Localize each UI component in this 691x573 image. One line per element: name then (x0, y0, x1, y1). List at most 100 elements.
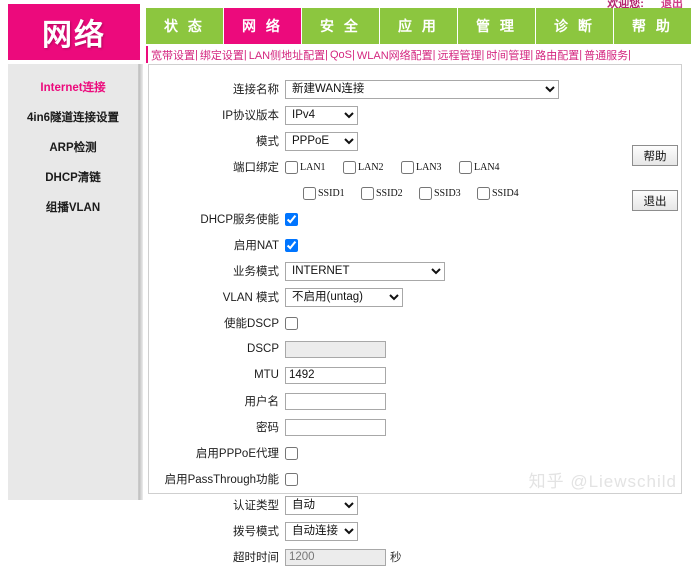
row-enable-nat: 启用NAT (149, 235, 619, 255)
subnav-wlan-config[interactable]: WLAN网络配置 (357, 47, 433, 63)
checkbox-lan3-label: LAN3 (416, 161, 442, 173)
subnav-sep: | (481, 48, 485, 61)
subnav-sep: | (243, 48, 247, 61)
service-mode-select[interactable]: INTERNET (285, 261, 445, 281)
main-navigation: 状 态 网 络 安 全 应 用 管 理 诊 断 帮 助 (146, 8, 691, 44)
password-input[interactable] (285, 418, 386, 436)
label-service-mode: 业务模式 (233, 266, 279, 278)
tab-application[interactable]: 应 用 (380, 8, 458, 44)
row-mode: 模式 PPPoE (149, 131, 619, 151)
row-password: 密码 (149, 417, 619, 437)
checkbox-enable-passthrough[interactable] (285, 472, 298, 486)
subnav-general-service[interactable]: 普通服务 (584, 47, 628, 63)
checkbox-ssid3-input[interactable] (419, 186, 432, 200)
watermark: 知乎 @Liewschild (528, 472, 677, 491)
sidebar: Internet连接 4in6隧道连接设置 ARP检测 DHCP清链 组播VLA… (8, 64, 143, 500)
auth-type-select[interactable]: 自动 (285, 495, 358, 515)
row-enable-pppoe-proxy: 启用PPPoE代理 (149, 443, 619, 463)
connection-name-select[interactable]: 新建WAN连接 (285, 79, 559, 99)
row-dscp: DSCP (149, 339, 619, 359)
checkbox-lan2[interactable]: LAN2 (343, 160, 401, 174)
label-password: 密码 (256, 422, 279, 434)
content-panel: 连接名称 新建WAN连接 IP协议版本 IPv4 模式 PPPoE 端口绑定 L… (148, 64, 682, 566)
sidebar-item-4in6-tunnel[interactable]: 4in6隧道连接设置 (8, 102, 138, 132)
timeout-unit: 秒 (390, 552, 402, 564)
tab-diagnostics[interactable]: 诊 断 (536, 8, 614, 44)
mtu-input[interactable] (285, 366, 386, 384)
timeout-input[interactable] (285, 548, 386, 566)
checkbox-lan2-label: LAN2 (358, 161, 384, 173)
checkbox-ssid4-input[interactable] (477, 186, 490, 200)
label-username: 用户名 (244, 396, 280, 408)
label-dhcp-service: DHCP服务使能 (200, 214, 279, 226)
checkbox-enable-dscp[interactable] (285, 316, 298, 330)
checkbox-lan4[interactable]: LAN4 (459, 160, 517, 174)
checkbox-ssid1[interactable]: SSID1 (303, 186, 361, 200)
checkbox-enable-nat[interactable] (285, 238, 298, 252)
sidebar-item-dhcp-clear[interactable]: DHCP清链 (8, 162, 138, 192)
label-vlan-mode: VLAN 模式 (222, 292, 279, 304)
vlan-mode-select[interactable]: 不启用(untag) (285, 287, 403, 307)
username-input[interactable] (285, 392, 386, 410)
label-mode: 模式 (256, 136, 279, 148)
sidebar-item-multicast-vlan[interactable]: 组播VLAN (8, 192, 138, 222)
checkbox-lan4-label: LAN4 (474, 161, 500, 173)
checkbox-ssid2-input[interactable] (361, 186, 374, 200)
checkbox-ssid1-label: SSID1 (318, 187, 345, 199)
tab-help[interactable]: 帮 助 (614, 8, 691, 44)
lan-checkbox-group: LAN1 LAN2 LAN3 LAN4 (285, 160, 517, 174)
ip-version-select[interactable]: IPv4 (285, 105, 358, 125)
checkbox-ssid2[interactable]: SSID2 (361, 186, 419, 200)
subnav-qos[interactable]: QoS (330, 49, 352, 61)
subnav-sep: | (628, 48, 631, 61)
row-port-binding-lan: 端口绑定 LAN1 LAN2 LAN3 LAN4 (149, 157, 619, 177)
label-enable-passthrough: 启用PassThrough功能 (164, 474, 279, 486)
label-enable-dscp: 使能DSCP (224, 318, 279, 330)
checkbox-lan2-input[interactable] (343, 160, 356, 174)
subnav-binding-settings[interactable]: 绑定设置 (200, 47, 244, 63)
subnav-time-management[interactable]: 时间管理 (486, 47, 530, 63)
checkbox-lan1-input[interactable] (285, 160, 298, 174)
checkbox-lan3[interactable]: LAN3 (401, 160, 459, 174)
label-timeout: 超时时间 (233, 552, 279, 564)
checkbox-lan1[interactable]: LAN1 (285, 160, 343, 174)
checkbox-dhcp-service[interactable] (285, 212, 298, 226)
checkbox-enable-pppoe-proxy[interactable] (285, 446, 298, 460)
ssid-checkbox-group: SSID1 SSID2 SSID3 SSID4 (285, 186, 535, 200)
label-mtu: MTU (254, 369, 279, 381)
checkbox-ssid4-label: SSID4 (492, 187, 519, 199)
checkbox-lan3-input[interactable] (401, 160, 414, 174)
row-dial-mode: 拨号模式 自动连接 (149, 521, 619, 541)
dscp-input[interactable] (285, 340, 386, 358)
checkbox-ssid1-input[interactable] (303, 186, 316, 200)
row-dhcp-service: DHCP服务使能 (149, 209, 619, 229)
row-ip-version: IP协议版本 IPv4 (149, 105, 619, 125)
row-connection-name: 连接名称 新建WAN连接 (149, 79, 619, 99)
label-enable-pppoe-proxy: 启用PPPoE代理 (195, 448, 279, 460)
checkbox-ssid4[interactable]: SSID4 (477, 186, 535, 200)
tab-status[interactable]: 状 态 (146, 8, 224, 44)
row-timeout: 超时时间 秒 (149, 547, 619, 567)
dial-mode-select[interactable]: 自动连接 (285, 521, 358, 541)
label-enable-nat: 启用NAT (233, 240, 279, 252)
row-auth-type: 认证类型 自动 (149, 495, 619, 515)
subnav-route-config[interactable]: 路由配置 (535, 47, 579, 63)
subnav-lan-address-config[interactable]: LAN侧地址配置 (249, 47, 325, 63)
row-mtu: MTU (149, 365, 619, 385)
sidebar-item-arp-detection[interactable]: ARP检测 (8, 132, 138, 162)
row-username: 用户名 (149, 391, 619, 411)
tab-network[interactable]: 网 络 (224, 8, 302, 44)
tab-management[interactable]: 管 理 (458, 8, 536, 44)
subnav-sep: | (579, 48, 583, 61)
checkbox-lan4-input[interactable] (459, 160, 472, 174)
subnav-broadband-settings[interactable]: 宽带设置 (151, 47, 195, 63)
mode-select[interactable]: PPPoE (285, 131, 358, 151)
subnav-remote-management[interactable]: 远程管理 (438, 47, 482, 63)
checkbox-ssid3[interactable]: SSID3 (419, 186, 477, 200)
sidebar-item-internet-connection[interactable]: Internet连接 (8, 72, 138, 102)
subnav-sep: | (432, 48, 436, 61)
tab-security[interactable]: 安 全 (302, 8, 380, 44)
help-button[interactable]: 帮助 (632, 145, 678, 166)
row-vlan-mode: VLAN 模式 不启用(untag) (149, 287, 619, 307)
exit-button[interactable]: 退出 (632, 190, 678, 211)
